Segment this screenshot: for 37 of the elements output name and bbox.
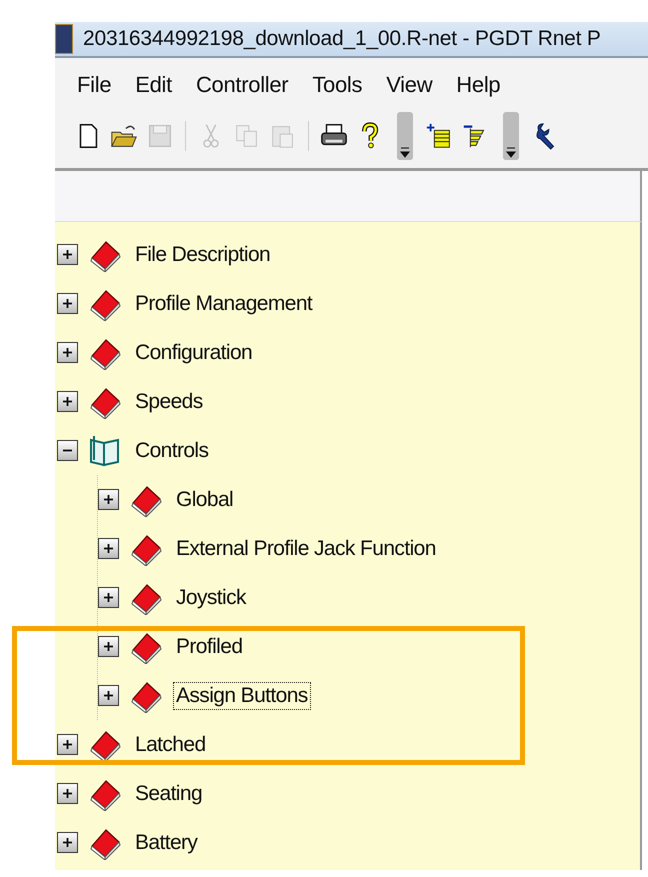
open-book-icon (88, 434, 122, 468)
menu-item[interactable]: Tools (300, 68, 374, 102)
window-title: 20316344992198_download_1_00.R-net - PGDT Rnet P (83, 27, 601, 51)
tree-item[interactable]: Profiled (173, 632, 246, 660)
menu-item[interactable]: File (65, 68, 124, 102)
expand-icon[interactable] (98, 685, 119, 706)
tree-item[interactable]: File Description (132, 240, 274, 268)
expand-icon[interactable] (57, 734, 78, 755)
expand-icon[interactable] (57, 244, 78, 265)
tree-item[interactable]: Joystick (173, 584, 249, 612)
expand-icon[interactable] (57, 391, 78, 412)
expand-icon[interactable] (98, 587, 119, 608)
tree-item[interactable]: Seating (132, 780, 206, 808)
tree-item[interactable]: External Profile Jack Function (173, 534, 439, 562)
expand-icon[interactable] (98, 489, 119, 510)
menu-item[interactable]: View (374, 68, 444, 102)
tree-item[interactable]: Profile Management (132, 290, 316, 318)
tree-item[interactable]: Assign Buttons (173, 682, 311, 710)
tree-item[interactable]: Latched (132, 730, 209, 758)
toolbar-dropdown[interactable] (503, 112, 519, 160)
menu-item[interactable]: Help (444, 68, 512, 102)
tree-item[interactable]: Global (173, 486, 236, 514)
app-icon (55, 24, 73, 54)
expand-icon[interactable] (57, 293, 78, 314)
tree-item[interactable]: Speeds (132, 388, 206, 416)
expand-icon[interactable] (98, 636, 119, 657)
menu-item[interactable]: Controller (184, 68, 300, 102)
expand-icon[interactable] (57, 342, 78, 363)
toolbar-dropdown[interactable] (397, 112, 413, 160)
expand-icon[interactable] (57, 783, 78, 804)
expand-icon[interactable] (57, 832, 78, 853)
collapse-icon[interactable] (57, 440, 78, 461)
tree-item[interactable]: Battery (132, 828, 200, 856)
tree-item[interactable]: Configuration (132, 338, 256, 366)
menu-item[interactable]: Edit (123, 68, 184, 102)
tree-item[interactable]: Controls (132, 436, 212, 464)
expand-icon[interactable] (98, 538, 119, 559)
